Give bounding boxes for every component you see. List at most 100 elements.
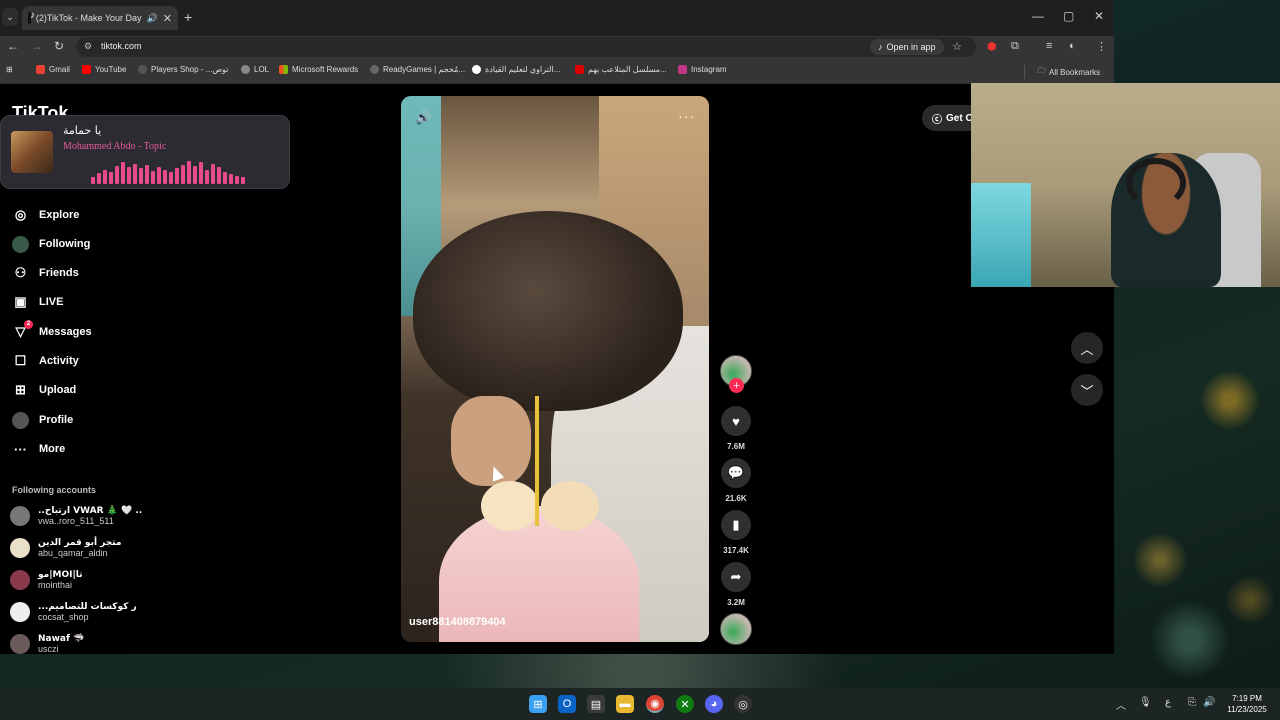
tab-tiktok[interactable]: (2)TikTok - Make Your Day 🔊 ✕ <box>22 6 178 30</box>
equalizer-bar <box>115 166 119 184</box>
bookmark-driving-school[interactable]: التراوي لتعليم القيادة... <box>472 65 560 74</box>
site-info-icon[interactable]: ⚙ <box>84 41 92 52</box>
microsoft-icon <box>279 65 288 74</box>
xbox-icon[interactable]: ✕ <box>676 695 694 713</box>
bookmark-readygames[interactable]: ReadyGames | مُخجم... <box>370 65 465 74</box>
webcam-pc-case <box>971 183 1031 287</box>
extension-shield-icon[interactable]: ⬢ <box>987 40 997 53</box>
bookmark-series[interactable]: مسلسل المتلاعب بهم... <box>575 65 667 74</box>
back-arrow-icon[interactable]: ← <box>7 39 19 53</box>
start-button-icon[interactable]: ⊞ <box>529 695 547 713</box>
gmail-icon <box>36 65 45 74</box>
following-account[interactable]: Nawaf 🦈 usczi <box>10 631 84 654</box>
bookmark-label: مسلسل المتلاعب بهم... <box>588 65 667 74</box>
browser-menu-icon[interactable]: ⋮ <box>1096 40 1107 53</box>
save-action[interactable]: ▮ 317.4K <box>720 510 752 555</box>
creator-avatar: + <box>720 355 752 393</box>
folder-icon: 🗀 <box>1037 66 1045 75</box>
bookmark-star-icon[interactable]: ☆ <box>952 40 962 53</box>
tray-chevron-up-icon[interactable]: ︿ <box>1116 697 1126 712</box>
audio-equalizer <box>91 160 251 184</box>
input-language[interactable]: ع <box>1165 697 1171 708</box>
video-player[interactable]: 🔊 ··· user881408879404 <box>401 96 709 642</box>
profile-avatar-icon[interactable]: ◐ <box>1069 40 1076 52</box>
webcam-overlay <box>971 83 1280 287</box>
file-explorer-icon[interactable]: ▬ <box>616 695 634 713</box>
outlook-icon[interactable]: O <box>558 695 576 713</box>
equalizer-bar <box>193 166 197 184</box>
nav-messages[interactable]: ▽ 2 Messages <box>12 319 92 342</box>
like-action[interactable]: ♥ 7.6M <box>720 406 752 451</box>
nav-live[interactable]: ▣ LIVE <box>12 292 63 312</box>
volume-icon[interactable]: 🔊 <box>1203 697 1215 708</box>
speaker-icon[interactable]: 🔊 <box>147 13 158 24</box>
nav-label: More <box>39 443 66 455</box>
share-arrow-icon[interactable]: ➦ <box>721 562 751 592</box>
volume-icon[interactable]: 🔊 <box>415 110 431 126</box>
clock-time: 7:19 PM <box>1232 694 1262 703</box>
open-in-app-button[interactable]: ♪ Open in app <box>870 39 944 55</box>
maximize-button[interactable]: ▢ <box>1063 9 1074 23</box>
nav-explore[interactable]: ◎ Explore <box>12 205 80 225</box>
discord-icon[interactable]: ◕ <box>705 695 723 713</box>
following-accounts-heading: Following accounts <box>12 485 97 495</box>
bookmark-players-shop[interactable]: Players Shop - ...توص <box>138 65 228 74</box>
comment-action[interactable]: 💬 21.6K <box>720 458 752 503</box>
forward-arrow-icon[interactable]: → <box>31 39 43 53</box>
following-account[interactable]: ..ارتباح VWAR 🎄 🤍 .. vwa..roro_511_511 <box>10 503 142 529</box>
all-bookmarks-button[interactable]: 🗀 All Bookmarks <box>1024 65 1100 79</box>
nav-profile[interactable]: Profile <box>12 410 73 430</box>
tab-search-button[interactable]: ⌄ <box>2 8 18 26</box>
apps-grid-icon[interactable]: ⊞ <box>6 65 13 74</box>
nav-activity[interactable]: ☐ Activity <box>12 351 79 371</box>
bookmark-gmail[interactable]: Gmail <box>36 65 70 74</box>
account-name: ..ارتباح VWAR 🎄 🤍 .. <box>38 506 143 516</box>
bookmark-instagram[interactable]: Instagram <box>678 65 727 74</box>
store-icon[interactable]: ▤ <box>587 695 605 713</box>
now-playing-popup[interactable]: يا حمامة Mohammed Abdo - Topic <box>0 115 290 189</box>
nav-friends[interactable]: ⚇ Friends <box>12 263 79 283</box>
new-tab-button[interactable]: + <box>184 9 192 25</box>
bookmark-microsoft-rewards[interactable]: Microsoft Rewards <box>279 65 358 74</box>
comment-icon[interactable]: 💬 <box>721 458 751 488</box>
following-account[interactable]: مو|MOI|تا mointhai <box>10 567 83 593</box>
activity-icon: ☐ <box>14 353 27 368</box>
following-account[interactable]: متجر أبو قمر الدين abu_qamar_aldin <box>10 535 122 561</box>
next-video-button[interactable]: ﹀ <box>1071 374 1103 406</box>
video-username[interactable]: user881408879404 <box>409 616 506 628</box>
close-window-button[interactable]: ✕ <box>1094 9 1104 23</box>
extensions-puzzle-icon[interactable]: ⧉ <box>1011 40 1019 53</box>
bookmark-icon[interactable]: ▮ <box>721 510 751 540</box>
tab-bar: ⌄ (2)TikTok - Make Your Day 🔊 ✕ + — ▢ ✕ <box>0 0 1114 36</box>
tiktok-favicon-icon <box>28 10 35 24</box>
nav-upload[interactable]: ⊞ Upload <box>12 380 76 400</box>
minimize-button[interactable]: — <box>1032 9 1044 23</box>
reload-icon[interactable]: ↻ <box>54 39 64 53</box>
profile-avatar-icon <box>12 411 29 429</box>
address-bar[interactable]: ⚙ tiktok.com ♪ Open in app ☆ <box>76 37 976 57</box>
bookmark-youtube[interactable]: YouTube <box>82 65 126 74</box>
system-clock[interactable]: 7:19 PM 11/23/2025 <box>1218 693 1276 715</box>
bookmark-lol[interactable]: LOL <box>241 65 269 74</box>
steam-icon[interactable]: ◎ <box>734 695 752 713</box>
network-icon[interactable]: ⎘ <box>1188 697 1196 708</box>
video-frame-head <box>413 211 683 411</box>
nav-more[interactable]: ··· More <box>12 439 65 459</box>
previous-video-button[interactable]: ︿ <box>1071 332 1103 364</box>
media-control-icon[interactable]: ≡ <box>1046 40 1052 52</box>
tab-close-icon[interactable]: ✕ <box>163 12 172 25</box>
heart-icon[interactable]: ♥ <box>721 406 751 436</box>
sound-disc-button[interactable] <box>720 613 752 645</box>
avatar <box>10 538 30 558</box>
nav-following[interactable]: Following <box>12 234 90 254</box>
following-account[interactable]: ...ر كوكسات للتصاميم cocsat_shop <box>10 599 137 625</box>
all-bookmarks-label: All Bookmarks <box>1049 67 1101 77</box>
share-action[interactable]: ➦ 3.2M <box>720 562 752 607</box>
url-text[interactable]: tiktok.com <box>101 41 142 51</box>
microphone-icon[interactable]: 🎙 <box>1139 697 1152 708</box>
more-options-icon[interactable]: ··· <box>678 108 695 124</box>
chrome-icon[interactable]: ◉ <box>646 695 664 713</box>
creator-avatar-button[interactable]: + <box>720 355 752 393</box>
follow-plus-icon[interactable]: + <box>729 378 744 393</box>
equalizer-bar <box>175 168 179 184</box>
